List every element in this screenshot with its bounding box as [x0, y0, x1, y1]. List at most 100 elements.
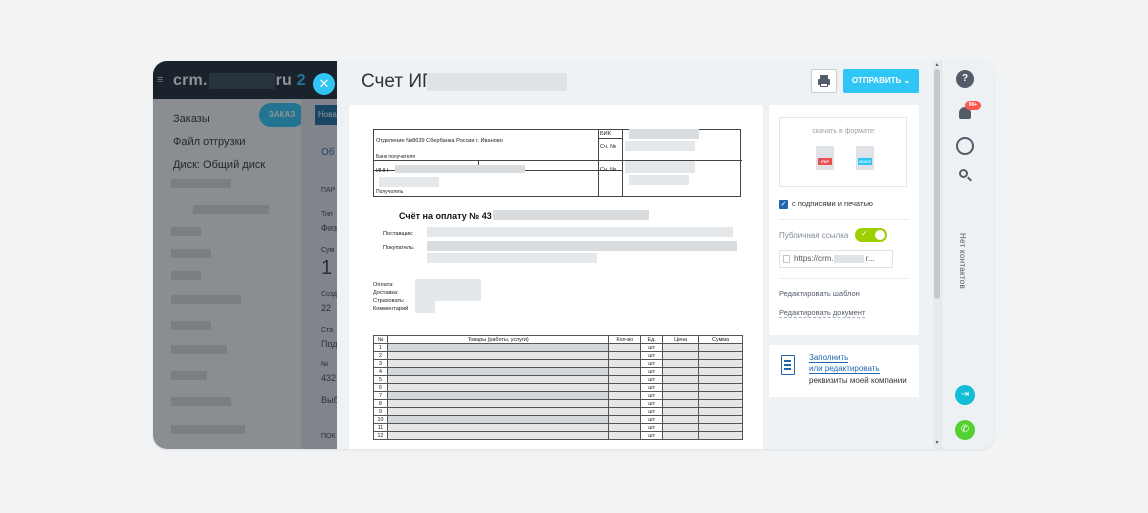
send-button-label: ОТПРАВИТЬ: [851, 76, 902, 85]
row-number: 10: [373, 415, 388, 424]
row-item: [386, 399, 610, 408]
check-icon: ✓: [861, 229, 868, 238]
fill-requisites-link[interactable]: Заполнить: [809, 353, 849, 363]
insure-label: Страховать:: [373, 298, 405, 304]
scrollbar-thumb[interactable]: [934, 69, 940, 299]
row-price: [662, 399, 700, 408]
company-requisites-card: Заполнить или редактировать реквизиты мо…: [769, 345, 919, 397]
chat-icon[interactable]: [956, 137, 974, 155]
row-qty: [608, 431, 642, 440]
row-number: 3: [373, 359, 388, 368]
redacted-block: [833, 254, 864, 263]
row-item: [386, 367, 610, 376]
phone-icon[interactable]: ✆: [955, 420, 975, 440]
row-sum: [698, 423, 743, 432]
row-qty: [608, 383, 642, 392]
row-unit: шт: [640, 359, 664, 368]
row-price: [662, 431, 700, 440]
public-link-field[interactable]: https://crm. r...: [779, 250, 893, 268]
table-row: 10 шт: [373, 415, 743, 424]
row-item: [386, 431, 610, 440]
docx-download-button[interactable]: DOCX: [856, 146, 876, 172]
table-row: 3 шт: [373, 359, 743, 368]
public-link-label: Публичная ссылка: [779, 231, 849, 240]
close-slider-button[interactable]: ✕: [313, 73, 335, 95]
public-link-toggle[interactable]: ✓: [855, 228, 887, 242]
row-item: [386, 407, 610, 416]
redacted-block: [427, 227, 733, 237]
row-sum: [698, 399, 743, 408]
slider-header: Счет ИП ОТПРАВИТЬ ⌄: [337, 61, 933, 105]
bik-label: БИК: [600, 131, 611, 137]
pdf-download-button[interactable]: PDF: [816, 146, 836, 172]
requisites-text: реквизиты моей компании: [809, 376, 907, 385]
row-sum: [698, 407, 743, 416]
redacted-block: [379, 177, 439, 187]
help-icon[interactable]: ?: [956, 70, 974, 88]
row-item: [386, 359, 610, 368]
row-qty: [608, 391, 642, 400]
copy-icon[interactable]: [783, 255, 790, 263]
slider-title: Счет ИП: [361, 71, 436, 92]
row-unit: шт: [640, 423, 664, 432]
settings-card: скачать в формате: PDF DOCX ✓ с подписями…: [769, 105, 919, 335]
row-unit: шт: [640, 391, 664, 400]
toggle-knob: [875, 230, 885, 240]
edit-document-link[interactable]: Редактировать документ: [779, 308, 866, 318]
edit-requisites-link[interactable]: или редактировать: [809, 364, 880, 374]
supplier-label: Поставщик:: [383, 231, 414, 237]
close-icon: ✕: [318, 76, 330, 91]
row-number: 2: [373, 351, 388, 360]
table-row: 11 шт: [373, 423, 743, 432]
row-price: [662, 415, 700, 424]
table-row: 7 шт: [373, 391, 743, 400]
exit-icon[interactable]: ⇥: [955, 385, 975, 405]
table-row: 4 шт: [373, 367, 743, 376]
checkbox-checked-icon[interactable]: ✓: [779, 199, 788, 209]
account-label: Сч. №: [600, 167, 617, 173]
row-unit: шт: [640, 343, 664, 352]
row-number: 6: [373, 383, 388, 392]
row-price: [662, 375, 700, 384]
row-item: [386, 383, 610, 392]
scrollbar[interactable]: ▴ ▾: [933, 61, 941, 449]
row-number: 9: [373, 407, 388, 416]
buyer-label: Покупатель:: [383, 245, 415, 251]
invoice-slider: Счет ИП ОТПРАВИТЬ ⌄ Отделение №8639 Сбер…: [337, 61, 933, 449]
table-row: 9 шт: [373, 407, 743, 416]
link-suffix: r...: [865, 254, 875, 263]
row-number: 11: [373, 423, 388, 432]
sign-checkbox-row[interactable]: ✓ с подписями и печатью: [779, 199, 873, 209]
scroll-down-icon[interactable]: ▾: [934, 439, 940, 446]
redacted-block: [629, 175, 689, 185]
row-price: [662, 391, 700, 400]
row-qty: [608, 359, 642, 368]
table-header: Кол-во: [608, 335, 642, 344]
row-number: 5: [373, 375, 388, 384]
row-qty: [608, 367, 642, 376]
row-qty: [608, 423, 642, 432]
overlay: [153, 61, 341, 449]
send-button[interactable]: ОТПРАВИТЬ ⌄: [843, 69, 919, 93]
scroll-up-icon[interactable]: ▴: [934, 61, 940, 68]
search-button[interactable]: [956, 167, 974, 185]
table-header: №: [373, 335, 388, 344]
row-item: [386, 423, 610, 432]
notification-badge: 99+: [965, 101, 981, 110]
row-item: [386, 391, 610, 400]
redacted-block: [427, 253, 597, 263]
edit-template-link[interactable]: Редактировать шаблон: [779, 289, 860, 298]
row-number: 1: [373, 343, 388, 352]
row-price: [662, 423, 700, 432]
redacted-block: [493, 210, 649, 220]
row-price: [662, 351, 700, 360]
row-qty: [608, 415, 642, 424]
row-sum: [698, 431, 743, 440]
redacted-block: [415, 301, 435, 313]
table-row: 12 шт: [373, 431, 743, 440]
row-unit: шт: [640, 431, 664, 440]
print-button[interactable]: [811, 69, 837, 93]
row-price: [662, 407, 700, 416]
table-row: 2 шт: [373, 351, 743, 360]
notifications-button[interactable]: 99+: [956, 101, 981, 123]
